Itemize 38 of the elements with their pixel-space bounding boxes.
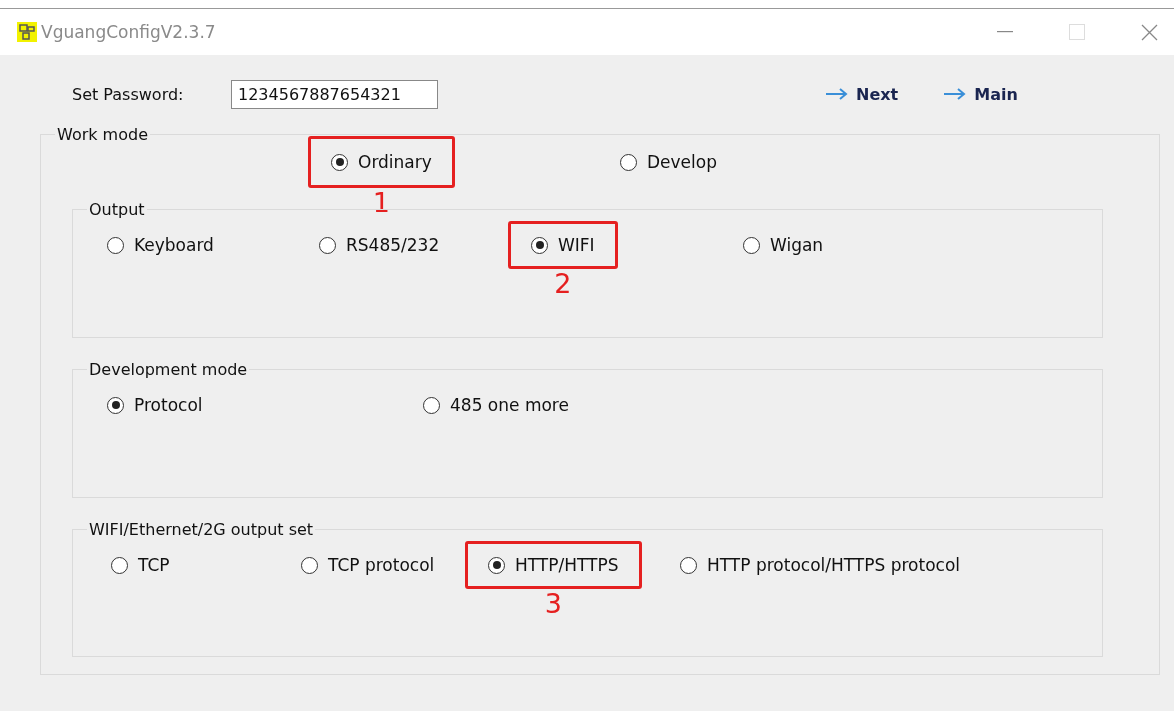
app-icon	[17, 22, 37, 42]
radio-option[interactable]: Wigan	[720, 221, 847, 269]
radio-option[interactable]: TCP	[88, 541, 193, 589]
group-title: Work mode	[56, 125, 149, 144]
radio-button[interactable]	[680, 556, 697, 574]
radio-button[interactable]	[531, 236, 548, 254]
radio-option[interactable]: Keyboard	[84, 221, 237, 269]
radio-button[interactable]	[743, 236, 760, 254]
group-title: Output	[88, 200, 146, 219]
radio-button[interactable]	[423, 396, 440, 414]
nav-link[interactable]: Main	[944, 84, 1018, 104]
radio-option[interactable]: TCP protocol	[278, 541, 458, 589]
group-title: Development mode	[88, 360, 249, 379]
radio-option[interactable]: HTTP protocol/HTTPS protocol	[657, 541, 984, 589]
window-title: VguangConfigV2.3.7	[41, 22, 216, 42]
group-title: WIFI/Ethernet/2G output set	[88, 520, 315, 539]
nav-link[interactable]: Next	[826, 84, 899, 104]
radio-option[interactable]: Develop	[597, 136, 740, 188]
radio-button[interactable]	[331, 153, 348, 171]
radio-button[interactable]	[319, 236, 336, 254]
radio-button[interactable]	[488, 556, 505, 574]
radio-option[interactable]: Protocol	[84, 381, 226, 429]
annotation-number: 2	[554, 268, 572, 300]
radio-button[interactable]	[111, 556, 128, 574]
password-field[interactable]: 1234567887654321	[231, 79, 438, 109]
annotation-number: 1	[372, 187, 390, 219]
password-label: Set Password:	[72, 84, 185, 104]
arrow-icon	[944, 88, 967, 100]
radio-button[interactable]	[107, 236, 124, 254]
radio-button[interactable]	[301, 556, 318, 574]
radio-option[interactable]: 485 one more	[400, 381, 592, 429]
arrow-icon	[826, 88, 848, 100]
radio-button[interactable]	[620, 153, 637, 171]
minimize-icon[interactable]	[997, 31, 1013, 33]
radio-option[interactable]: RS485/232	[296, 221, 463, 269]
radio-button[interactable]	[107, 396, 124, 414]
annotation-number: 3	[544, 588, 562, 620]
close-icon[interactable]	[1141, 23, 1158, 41]
